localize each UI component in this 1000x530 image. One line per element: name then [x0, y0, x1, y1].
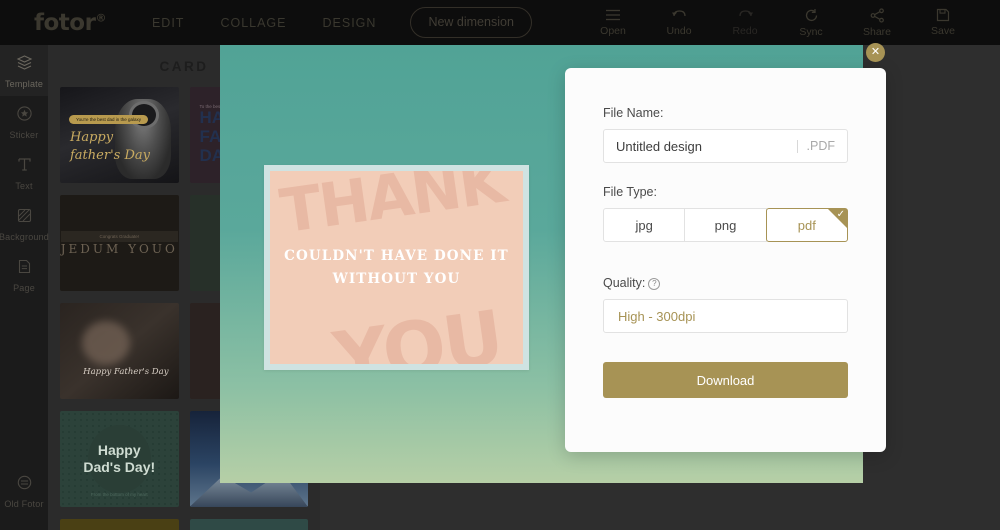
undo-label: Undo [666, 25, 692, 37]
question-icon[interactable]: ? [648, 277, 661, 290]
card-frame: THANK YOU COULDN'T HAVE DONE IT WITHOUT … [264, 165, 529, 370]
open-button[interactable]: Open [580, 8, 646, 37]
file-name-input[interactable]: Untitled design .PDF [603, 129, 848, 163]
card-message-line2: WITHOUT YOU [332, 270, 461, 287]
baby-caption: Happy Father's Day [83, 367, 169, 377]
star-badge-icon [16, 105, 33, 127]
jedum-ribbon: Congrats Graduate! [60, 230, 178, 242]
sidebar-item-page[interactable]: Page [0, 249, 48, 300]
template-thank-you[interactable]: Thank FOR YOUR HELP AND SUPPORT you [60, 519, 179, 530]
file-type-jpg[interactable]: jpg [603, 208, 686, 242]
sync-icon [804, 8, 819, 23]
close-icon[interactable]: ✕ [866, 43, 885, 62]
background-icon [16, 207, 33, 229]
baby-photo-shape [82, 321, 130, 365]
dads-small: From the bottom of my heart [90, 492, 148, 497]
sync-label: Sync [799, 25, 823, 38]
menu-icon [605, 8, 621, 22]
file-type-pdf-label: pdf [797, 217, 816, 233]
sync-button[interactable]: Sync [778, 8, 844, 38]
template-jedum[interactable]: Congrats Graduate! JEDUM YOUO [60, 195, 179, 291]
top-toolbar: fotor® EDIT COLLAGE DESIGN New dimension… [0, 0, 1000, 45]
new-dimension-button[interactable]: New dimension [410, 7, 532, 38]
dads-line2: Dad's Day! [83, 459, 156, 475]
template-astronaut[interactable]: You're the best dad in the galaxy Happy … [60, 87, 179, 183]
sidebar-item-sticker[interactable]: Sticker [0, 96, 48, 147]
file-type-group: jpg png pdf ✓ [603, 208, 848, 242]
quality-label-text: Quality: [603, 276, 646, 290]
download-modal: File Name: Untitled design .PDF File Typ… [565, 68, 886, 452]
sidebar-item-template[interactable]: Template [0, 45, 48, 96]
text-icon [16, 156, 33, 178]
toolbar-actions: Open Undo Redo Sync Share Save [580, 0, 976, 45]
astronaut-line1: Happy [70, 130, 114, 145]
layers-icon [16, 54, 33, 76]
card-watermark-line1: THANK [276, 171, 508, 248]
quality-select[interactable]: High - 300dpi [603, 299, 848, 333]
save-icon [936, 8, 950, 22]
logo-text: fotor [34, 9, 96, 36]
page-icon [16, 258, 33, 280]
dads-line1: Happy [97, 442, 141, 459]
sidebar-label-template: Template [4, 79, 44, 89]
astronaut-caption: Happy father's Day [70, 129, 150, 164]
thank-you-card[interactable]: THANK YOU COULDN'T HAVE DONE IT WITHOUT … [270, 171, 523, 364]
dads-caption: Happy Dad's Day! [83, 442, 155, 476]
card-message[interactable]: COULDN'T HAVE DONE IT WITHOUT YOU [284, 245, 509, 290]
share-label: Share [862, 25, 892, 38]
jedum-content: Congrats Graduate! JEDUM YOUO [60, 230, 178, 256]
template-birthday-party[interactable]: Birthday Party! [189, 519, 308, 530]
fotor-logo[interactable]: fotor® [34, 10, 106, 36]
file-name-label: File Name: [603, 106, 664, 120]
main-nav: EDIT COLLAGE DESIGN [152, 16, 376, 30]
file-extension-label: .PDF [806, 139, 835, 153]
quality-value: High - 300dpi [618, 308, 696, 324]
file-name-divider [796, 139, 798, 153]
undo-button[interactable]: Undo [646, 8, 712, 37]
check-icon: ✓ [836, 209, 845, 220]
nav-design[interactable]: DESIGN [323, 16, 377, 30]
jedum-big: JEDUM YOUO [60, 241, 178, 256]
save-label: Save [931, 25, 955, 37]
sidebar-label-text: Text [15, 181, 33, 191]
template-happy-dads-day[interactable]: Happy Dad's Day! From the bottom of my h… [60, 411, 179, 507]
switch-icon [16, 474, 33, 496]
redo-button[interactable]: Redo [712, 8, 778, 37]
redo-icon [737, 8, 754, 22]
nav-edit[interactable]: EDIT [152, 16, 184, 30]
quality-label: Quality:? [603, 276, 848, 290]
sidebar-item-background[interactable]: Background [0, 198, 50, 249]
template-baby-photo[interactable]: Happy Father's Day [60, 303, 179, 399]
sidebar-item-old-fotor[interactable]: Old Fotor [0, 465, 48, 516]
astronaut-line2: father's Day [70, 147, 150, 163]
astronaut-badge: You're the best dad in the galaxy [69, 115, 148, 124]
share-button[interactable]: Share [844, 7, 910, 38]
fotor-design-app: fotor® EDIT COLLAGE DESIGN New dimension… [0, 0, 1000, 530]
sidebar-label-old-fotor: Old Fotor [4, 499, 44, 509]
sidebar-label-background: Background [0, 232, 50, 242]
redo-label: Redo [732, 25, 758, 37]
file-type-label: File Type: [603, 185, 657, 199]
card-watermark-line2: YOU [328, 295, 508, 364]
sidebar-label-sticker: Sticker [9, 130, 39, 140]
open-label: Open [600, 25, 626, 37]
download-button[interactable]: Download [603, 362, 848, 398]
file-type-png[interactable]: png [684, 208, 767, 242]
logo-registered-mark: ® [95, 10, 106, 24]
nav-collage[interactable]: COLLAGE [220, 16, 286, 30]
left-sidebar: Template Sticker Text Background Page Ol… [0, 45, 50, 530]
card-message-line1: COULDN'T HAVE DONE IT [284, 248, 509, 265]
undo-icon [671, 8, 688, 22]
sidebar-label-page: Page [13, 283, 35, 293]
share-icon [870, 7, 885, 23]
sidebar-item-text[interactable]: Text [0, 147, 48, 198]
save-button[interactable]: Save [910, 8, 976, 37]
file-name-value[interactable]: Untitled design [616, 139, 797, 154]
file-type-pdf[interactable]: pdf ✓ [765, 208, 848, 242]
